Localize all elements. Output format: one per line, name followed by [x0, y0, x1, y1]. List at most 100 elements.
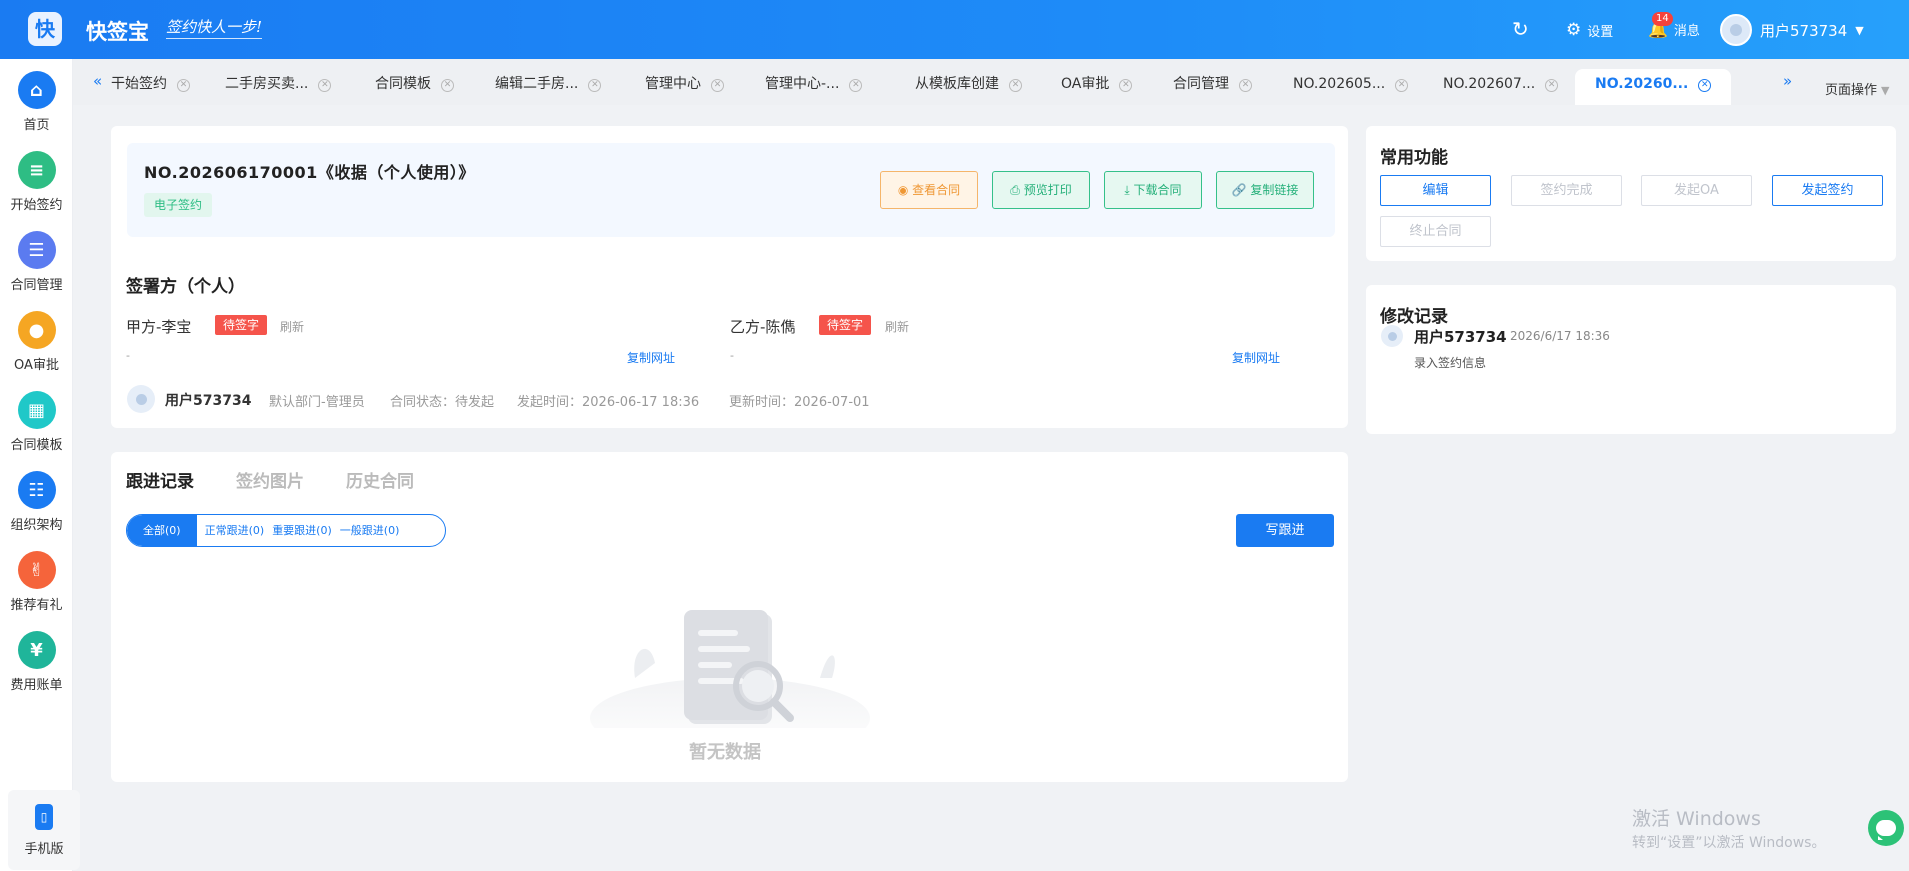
view-contract-button[interactable]: ◉ 查看合同 — [880, 171, 978, 209]
chat-icon[interactable] — [1868, 810, 1904, 846]
tab-item[interactable]: 从模板库创建 ✕ — [915, 69, 1022, 105]
filter-normal[interactable]: 正常跟进(0) — [197, 515, 269, 546]
tab-label: NO.202605... — [1293, 76, 1386, 92]
home-icon: ⌂ — [17, 71, 56, 109]
close-icon[interactable]: ✕ — [1119, 79, 1133, 92]
avatar — [1381, 325, 1403, 347]
download-icon: ⤓ — [1124, 183, 1134, 197]
update-time: 更新时间：2026-07-01 — [729, 395, 870, 410]
tab-item[interactable]: OA审批 ✕ — [1061, 69, 1133, 105]
contract-start-icon: ≡ — [17, 151, 56, 189]
close-icon[interactable]: ✕ — [1545, 79, 1559, 92]
close-icon[interactable]: ✕ — [849, 79, 863, 92]
thumbs-up-icon: ✌ — [17, 551, 56, 589]
tab-item[interactable]: 管理中心-... ✕ — [765, 69, 863, 105]
party-b-status-badge: 待签字 — [819, 315, 872, 335]
close-icon[interactable]: ✕ — [1395, 79, 1409, 92]
sidebar-item-label: 组织架构 — [10, 518, 63, 533]
start-oa-button[interactable]: 发起OA — [1641, 175, 1752, 206]
empty-state-illustration — [590, 610, 870, 728]
sidebar-item-label: 推荐有礼 — [10, 598, 63, 613]
phone-icon: ▯ — [35, 804, 53, 830]
settings-button[interactable]: ⚙ 设置 — [1566, 20, 1613, 40]
tab-item[interactable]: 合同管理 ✕ — [1173, 69, 1252, 105]
avatar — [127, 385, 155, 413]
start-time: 发起时间：2026-06-17 18:36 — [517, 395, 700, 410]
sidebar-item-label: 合同模板 — [10, 438, 63, 453]
party-b-name: 乙方-陈儁 — [730, 318, 796, 336]
app-logo[interactable]: 快 — [28, 12, 62, 46]
tab-item[interactable]: 编辑二手房... ✕ — [495, 69, 602, 105]
tab-item[interactable]: NO.202607... ✕ — [1443, 69, 1559, 105]
tab-history-contracts[interactable]: 历史合同 — [346, 467, 414, 492]
refresh-icon[interactable]: ↻ — [1512, 18, 1529, 40]
close-icon[interactable]: ✕ — [1698, 79, 1712, 92]
close-icon[interactable]: ✕ — [1239, 79, 1252, 92]
signers-title: 签署方（个人） — [126, 277, 245, 297]
eye-icon: ◉ — [897, 183, 913, 197]
terminate-contract-button[interactable]: 终止合同 — [1380, 216, 1491, 247]
tab-bar: « 干始签约 ✕ 二手房买卖... ✕ 合同模板 ✕ 编辑二手房... ✕ 管理中心 ✕ … — [73, 59, 1909, 105]
filter-general[interactable]: 一般跟进(0) — [336, 515, 404, 546]
page-operations-dropdown[interactable]: 页面操作 ▼ — [1825, 79, 1889, 98]
sidebar-item-referral[interactable]: ✌ 推荐有礼 — [0, 551, 73, 613]
tab-sign-images[interactable]: 签约图片 — [236, 467, 304, 492]
filter-important[interactable]: 重要跟进(0) — [268, 515, 336, 546]
tab-label: 管理中心 — [645, 76, 701, 92]
tab-item[interactable]: 管理中心 ✕ — [645, 69, 724, 105]
sign-complete-button[interactable]: 签约完成 — [1511, 175, 1622, 206]
close-icon[interactable]: ✕ — [177, 79, 190, 92]
empty-state-text: 暂无数据 — [689, 742, 761, 763]
write-follow-button[interactable]: 写跟进 — [1236, 514, 1334, 547]
button-label: 预览打印 — [1023, 183, 1072, 197]
sidebar-item-home[interactable]: ⌂ 首页 — [0, 71, 73, 133]
party-b-copy-url-link[interactable]: 复制网址 — [1232, 349, 1280, 366]
party-b-refresh-link[interactable]: 刷新 — [885, 318, 909, 335]
tab-label: NO.20260... — [1595, 76, 1689, 92]
filter-all[interactable]: 全部(0) — [127, 515, 197, 546]
sidebar-item-contract-manage[interactable]: ☰ 合同管理 — [0, 231, 73, 293]
sidebar-item-template[interactable]: ▦ 合同模板 — [0, 391, 73, 453]
tab-follow-records[interactable]: 跟进记录 — [126, 467, 194, 492]
start-sign-button[interactable]: 发起签约 — [1772, 175, 1883, 206]
close-icon[interactable]: ✕ — [318, 79, 332, 92]
sidebar-item-oa[interactable]: ● OA审批 — [0, 311, 73, 373]
party-a-name: 甲方-李宝 — [126, 318, 192, 336]
avatar — [1720, 14, 1752, 46]
template-icon: ▦ — [17, 391, 56, 429]
link-icon: 🔗 — [1231, 183, 1251, 197]
mobile-label: 手机版 — [24, 842, 64, 857]
tab-item[interactable]: 干始签约 ✕ — [111, 69, 190, 105]
tab-item[interactable]: NO.202605... ✕ — [1293, 69, 1409, 105]
sidebar-item-bill[interactable]: ¥ 费用账单 — [0, 631, 73, 693]
close-icon[interactable]: ✕ — [588, 79, 602, 92]
sidebar-item-org[interactable]: ☷ 组织架构 — [0, 471, 73, 533]
user-menu[interactable]: 用户573734 ▼ — [1720, 14, 1864, 46]
tabs-scroll-right-icon[interactable]: » — [1783, 72, 1792, 90]
tab-item[interactable]: 二手房买卖... ✕ — [225, 69, 332, 105]
mobile-version-button[interactable]: ▯ 手机版 — [8, 790, 80, 870]
log-title: 修改记录 — [1380, 307, 1448, 327]
tab-item-active[interactable]: NO.20260... ✕ — [1575, 69, 1732, 105]
party-b-url: - — [730, 349, 734, 362]
edit-button[interactable]: 编辑 — [1380, 175, 1491, 206]
copy-link-button[interactable]: 🔗 复制链接 — [1216, 171, 1314, 209]
brand-name: 快签宝 — [86, 20, 149, 44]
party-a-refresh-link[interactable]: 刷新 — [280, 318, 304, 335]
close-icon[interactable]: ✕ — [711, 79, 724, 92]
gear-icon: ⚙ — [1566, 20, 1582, 40]
settings-label: 设置 — [1587, 24, 1614, 40]
sidebar-item-start-sign[interactable]: ≡ 开始签约 — [0, 151, 73, 213]
button-label: 下载合同 — [1133, 183, 1182, 197]
tab-item[interactable]: 合同模板 ✕ — [375, 69, 454, 105]
esign-tag: 电子签约 — [144, 193, 213, 217]
close-icon[interactable]: ✕ — [1009, 79, 1022, 92]
tabs-scroll-left-icon[interactable]: « — [93, 72, 102, 90]
contract-manage-icon: ☰ — [17, 231, 56, 269]
brand-slogan: 签约快人一步! — [166, 16, 263, 39]
close-icon[interactable]: ✕ — [441, 79, 454, 92]
party-a-copy-url-link[interactable]: 复制网址 — [627, 349, 675, 366]
download-contract-button[interactable]: ⤓ 下载合同 — [1104, 171, 1202, 209]
tab-label: 管理中心-... — [765, 76, 840, 92]
preview-print-button[interactable]: ⎙ 预览打印 — [992, 171, 1090, 209]
